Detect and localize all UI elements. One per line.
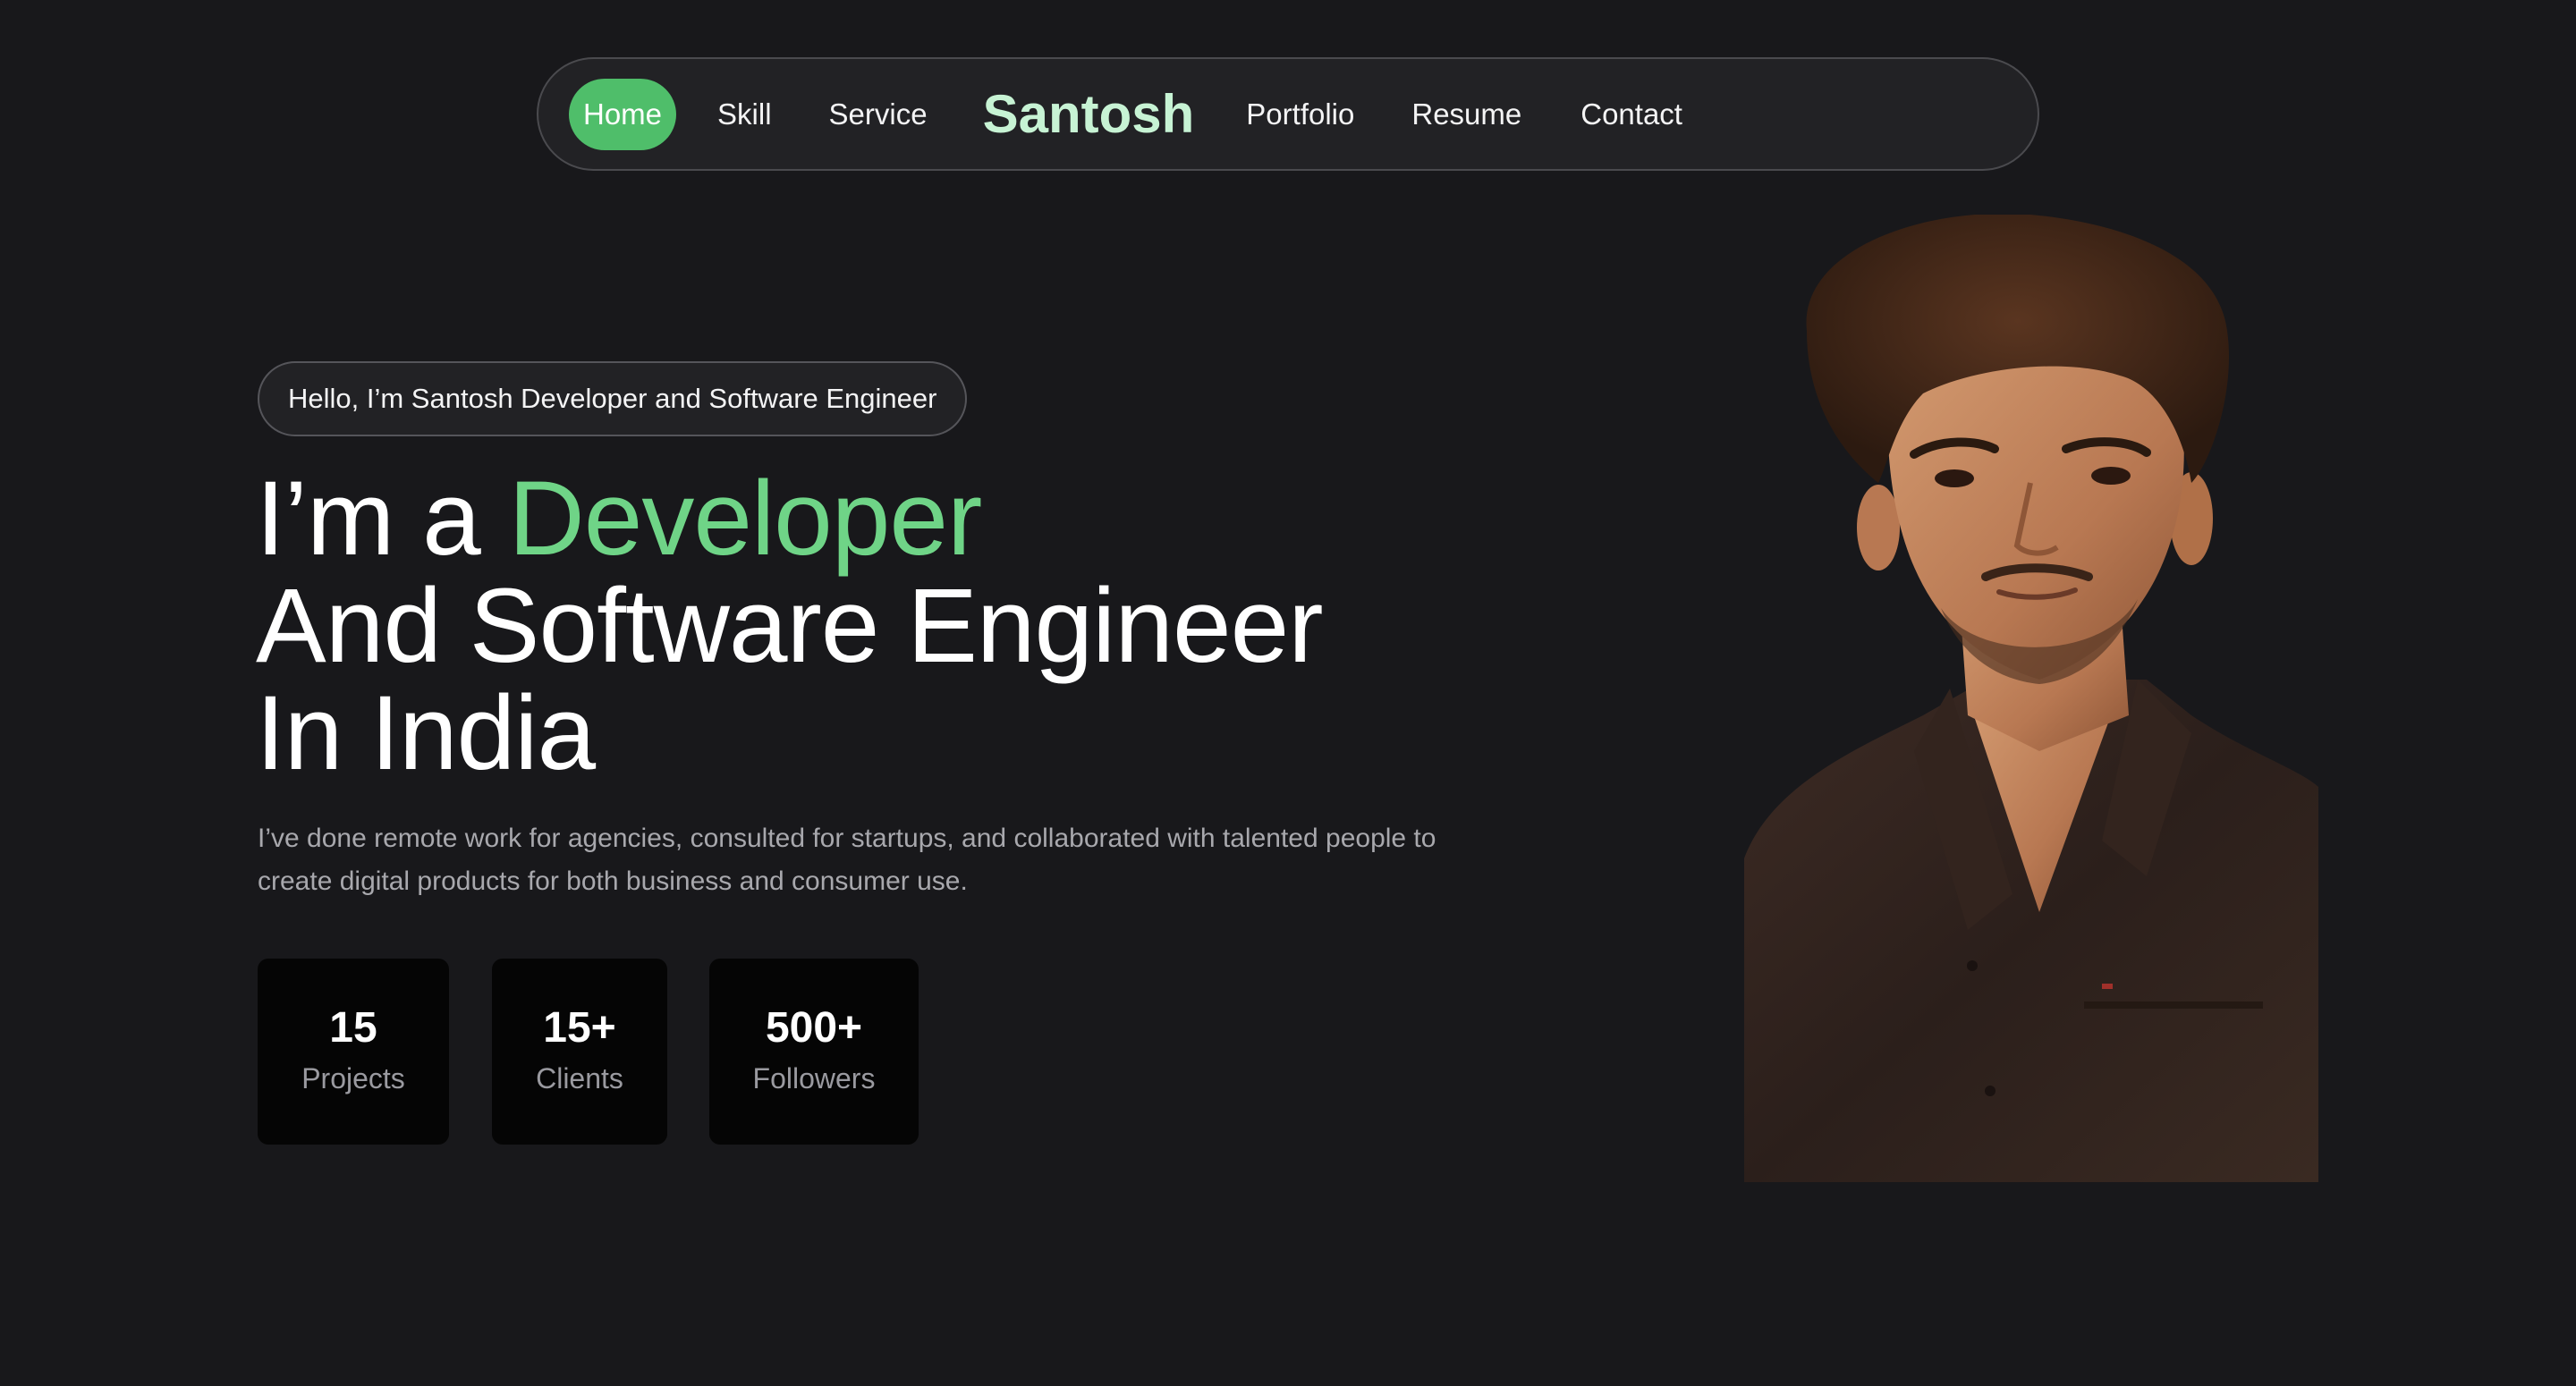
nav-contact[interactable]: Contact (1566, 79, 1697, 150)
nav-portfolio[interactable]: Portfolio (1232, 79, 1368, 150)
stat-followers-card: 500+ Followers (709, 959, 919, 1145)
stat-value: 15 (329, 1004, 377, 1052)
stat-label: Clients (536, 1062, 623, 1094)
hero-description: I’ve done remote work for agencies, cons… (258, 824, 1436, 896)
heading-line-2: And Software Engineer (256, 567, 1324, 685)
stat-projects-card: 15 Projects (258, 959, 449, 1145)
stat-label: Projects (301, 1062, 405, 1094)
stat-label: Followers (752, 1062, 876, 1094)
profile-photo (1744, 215, 2318, 1182)
heading-prefix: I’m a (256, 460, 509, 578)
nav-resume[interactable]: Resume (1397, 79, 1536, 150)
heading-line-3: In India (256, 674, 596, 792)
hero-heading: I’m a Developer And Software Engineer In… (256, 465, 1324, 787)
brand-logo[interactable]: Santosh (969, 83, 1209, 145)
page: Home Skill Service Santosh Portfolio Res… (0, 0, 2576, 1386)
nav-service[interactable]: Service (815, 79, 942, 150)
nav-skill[interactable]: Skill (703, 79, 786, 150)
stat-value: 500+ (765, 1004, 863, 1052)
hero-tagline-badge: Hello, I’m Santosh Developer and Softwar… (258, 361, 968, 436)
stat-value: 15+ (543, 1004, 616, 1052)
heading-accent: Developer (508, 460, 983, 578)
nav-home[interactable]: Home (569, 78, 677, 150)
top-navigation: Home Skill Service Santosh Portfolio Res… (537, 57, 2039, 171)
stat-clients-card: 15+ Clients (492, 959, 667, 1145)
